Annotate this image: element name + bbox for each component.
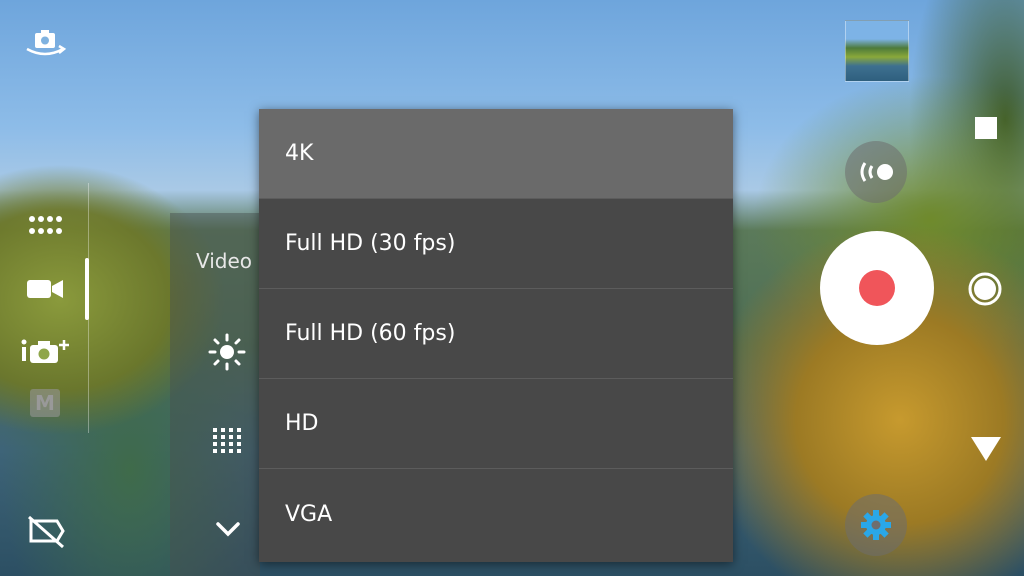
settings-gear-icon: [860, 509, 892, 541]
snapshot-icon[interactable]: [966, 270, 1004, 308]
settings-button[interactable]: [845, 494, 907, 556]
camera-plus-icon[interactable]: [18, 336, 74, 368]
resolution-grid-icon[interactable]: [211, 426, 243, 454]
resolution-option-4k[interactable]: 4K: [259, 109, 733, 199]
manual-mode-icon[interactable]: M: [30, 389, 60, 417]
video-submenu-panel: Video: [170, 213, 260, 576]
switch-camera-icon[interactable]: [22, 26, 68, 62]
resolution-dropdown: 4K Full HD (30 fps) Full HD (60 fps) HD …: [259, 109, 733, 562]
stop-icon[interactable]: [974, 116, 998, 140]
record-icon: [859, 270, 895, 306]
play-triangle-icon[interactable]: [968, 434, 1004, 464]
flash-off-icon[interactable]: [24, 512, 68, 550]
pan-zoom-icon: [855, 158, 897, 186]
resolution-option-fullhd-60[interactable]: Full HD (60 fps): [259, 289, 733, 379]
gallery-thumbnail[interactable]: [845, 20, 909, 82]
resolution-option-vga[interactable]: VGA: [259, 469, 733, 559]
pan-zoom-button[interactable]: [845, 141, 907, 203]
resolution-option-hd[interactable]: HD: [259, 379, 733, 469]
grid-dots-icon[interactable]: [26, 213, 64, 239]
record-button[interactable]: [820, 231, 934, 345]
mode-slider-indicator[interactable]: [85, 258, 89, 320]
submenu-title: Video: [196, 249, 253, 273]
left-toolbar: M: [0, 0, 90, 576]
video-mode-icon[interactable]: [24, 275, 66, 303]
resolution-option-fullhd-30[interactable]: Full HD (30 fps): [259, 199, 733, 289]
chevron-down-icon[interactable]: [213, 517, 243, 541]
brightness-icon[interactable]: [207, 332, 247, 372]
